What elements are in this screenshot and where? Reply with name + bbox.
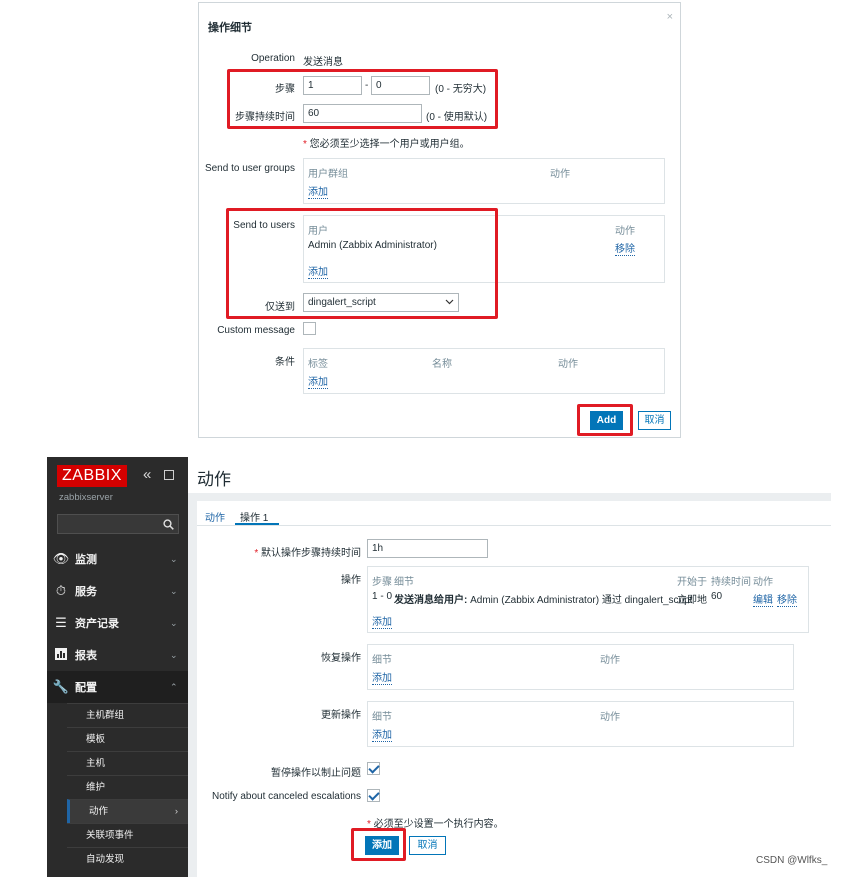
update-table: 细节 动作 添加: [367, 701, 794, 747]
sidebar-sub-maintenance[interactable]: 维护: [67, 775, 188, 799]
conditions-add-link[interactable]: 添加: [308, 377, 328, 389]
update-col-action: 动作: [600, 712, 620, 723]
notify-canceled-label: Notify about canceled escalations: [212, 791, 361, 802]
recovery-col-action: 动作: [600, 655, 620, 666]
collapse-sidebar-icon[interactable]: «: [143, 466, 151, 483]
cond-col-label: 标签: [308, 359, 328, 370]
page-header: [188, 457, 831, 493]
highlight-box-users: [226, 208, 498, 319]
sidebar-search-input[interactable]: [57, 514, 179, 534]
groups-table: 用户群组 动作 添加: [303, 158, 665, 204]
watermark: CSDN @Wlfks_: [756, 855, 828, 866]
users-col-action: 动作: [615, 226, 635, 237]
search-icon[interactable]: [163, 519, 174, 530]
page-title: 动作: [197, 470, 231, 489]
ops-col-action: 动作: [753, 577, 773, 588]
recovery-add-link[interactable]: 添加: [372, 673, 392, 685]
chevron-right-icon: ›: [174, 806, 178, 817]
highlight-box-add: [577, 404, 633, 436]
chevron-down-icon: ⌄: [170, 617, 178, 628]
sidebar-sub-hosts[interactable]: 主机: [67, 751, 188, 775]
sidebar-sub-discovery[interactable]: 自动发现: [67, 847, 188, 871]
tab-operations[interactable]: 操作 1: [240, 509, 268, 524]
wrench-icon: 🔧: [52, 679, 70, 694]
ops-col-step: 步骤: [372, 577, 392, 588]
chevron-down-icon: ⌄: [170, 553, 178, 564]
notify-canceled-checkbox[interactable]: [367, 789, 380, 802]
sidebar-item-inventory[interactable]: ☰ 资产记录 ⌄: [47, 607, 188, 639]
sidebar: ZABBIX « zabbixserver 👁 监测 ⌄ ⏱ 服务 ⌄ ☰ 资产…: [47, 457, 188, 877]
chart-icon: [47, 647, 75, 663]
operation-details-dialog: 操作细节 × Operation 发送消息 步骤 - (0 - 无穷大) 步骤持…: [198, 2, 681, 438]
tab-divider: [197, 525, 831, 526]
custom-message-checkbox[interactable]: [303, 322, 316, 335]
zabbix-logo[interactable]: ZABBIX: [57, 465, 127, 487]
dialog-title: 操作细节: [208, 22, 252, 34]
cond-col-action: 动作: [558, 359, 578, 370]
main-content: 动作 动作 操作 1 * 默认操作步骤持续时间 操作 步骤 细节 开始于 持续时…: [188, 457, 831, 877]
operation-value: 发送消息: [303, 57, 343, 68]
cancel-button[interactable]: 取消: [638, 411, 671, 430]
user-remove-link[interactable]: 移除: [615, 244, 635, 256]
ops-row-step: 1 - 0: [372, 591, 393, 602]
recovery-table: 细节 动作 添加: [367, 644, 794, 690]
default-duration-label: * 默认操作步骤持续时间: [254, 548, 361, 559]
groups-col-group: 用户群组: [308, 169, 348, 180]
ops-col-start: 开始于: [677, 577, 707, 588]
chevron-down-icon: ⌄: [170, 649, 178, 660]
sidebar-item-configuration[interactable]: 🔧 配置 ⌃: [47, 671, 188, 703]
required-note: * 您必须至少选择一个用户或用户组。: [303, 139, 470, 150]
operation-label: Operation: [251, 53, 295, 64]
kiosk-mode-icon[interactable]: [164, 470, 174, 480]
custom-message-label: Custom message: [217, 325, 295, 336]
pause-label: 暂停操作以制止问题: [271, 768, 361, 779]
sidebar-sub-event-correlation[interactable]: 关联项事件: [67, 823, 188, 847]
sidebar-sub-templates[interactable]: 模板: [67, 727, 188, 751]
groups-col-action: 动作: [550, 169, 570, 180]
sidebar-item-reports[interactable]: 报表 ⌄: [47, 639, 188, 671]
tab-action[interactable]: 动作: [205, 509, 225, 524]
sidebar-item-monitoring[interactable]: 👁 监测 ⌄: [47, 543, 188, 575]
close-icon[interactable]: ×: [667, 11, 673, 23]
sidebar-sub-actions[interactable]: 动作 ›: [67, 799, 188, 823]
conditions-table: 标签 名称 动作 添加: [303, 348, 665, 394]
ops-col-duration: 持续时间: [711, 577, 751, 588]
update-add-link[interactable]: 添加: [372, 730, 392, 742]
eye-icon: 👁: [52, 551, 70, 566]
sidebar-item-services[interactable]: ⏱ 服务 ⌄: [47, 575, 188, 607]
actions-form-panel: 动作 操作 1 * 默认操作步骤持续时间 操作 步骤 细节 开始于 持续时间 动…: [197, 501, 831, 877]
pause-checkbox[interactable]: [367, 762, 380, 775]
operations-label: 操作: [341, 575, 361, 586]
clock-icon: ⏱: [55, 583, 67, 598]
ops-col-details: 细节: [394, 577, 414, 588]
recovery-label: 恢复操作: [321, 653, 361, 664]
recovery-col-details: 细节: [372, 655, 392, 666]
chevron-down-icon: ⌄: [170, 585, 178, 596]
sidebar-sub-host-groups[interactable]: 主机群组: [67, 703, 188, 727]
ops-row-start: 立即地: [677, 595, 707, 606]
list-icon: ☰: [55, 615, 67, 630]
ops-row-duration: 60: [711, 591, 723, 602]
send-to-groups-label: Send to user groups: [204, 163, 295, 174]
conditions-label: 条件: [275, 357, 295, 368]
highlight-box-step: [227, 69, 498, 129]
operations-table: 步骤 细节 开始于 持续时间 动作 1 - 0 发送消息给用户: Admin (…: [367, 566, 809, 633]
default-duration-input[interactable]: [367, 539, 488, 558]
server-name: zabbixserver: [59, 492, 113, 503]
ops-edit-link[interactable]: 编辑: [753, 595, 773, 607]
groups-add-link[interactable]: 添加: [308, 187, 328, 199]
update-label: 更新操作: [321, 710, 361, 721]
chevron-up-icon: ⌃: [170, 681, 178, 692]
main-cancel-button[interactable]: 取消: [409, 836, 446, 855]
update-col-details: 细节: [372, 712, 392, 723]
ops-remove-link[interactable]: 移除: [777, 595, 797, 607]
cond-col-name: 名称: [432, 359, 452, 370]
ops-row-details: 发送消息给用户: Admin (Zabbix Administrator) 通过…: [394, 595, 693, 606]
highlight-box-main-add: [351, 828, 406, 861]
ops-add-link[interactable]: 添加: [372, 617, 392, 629]
